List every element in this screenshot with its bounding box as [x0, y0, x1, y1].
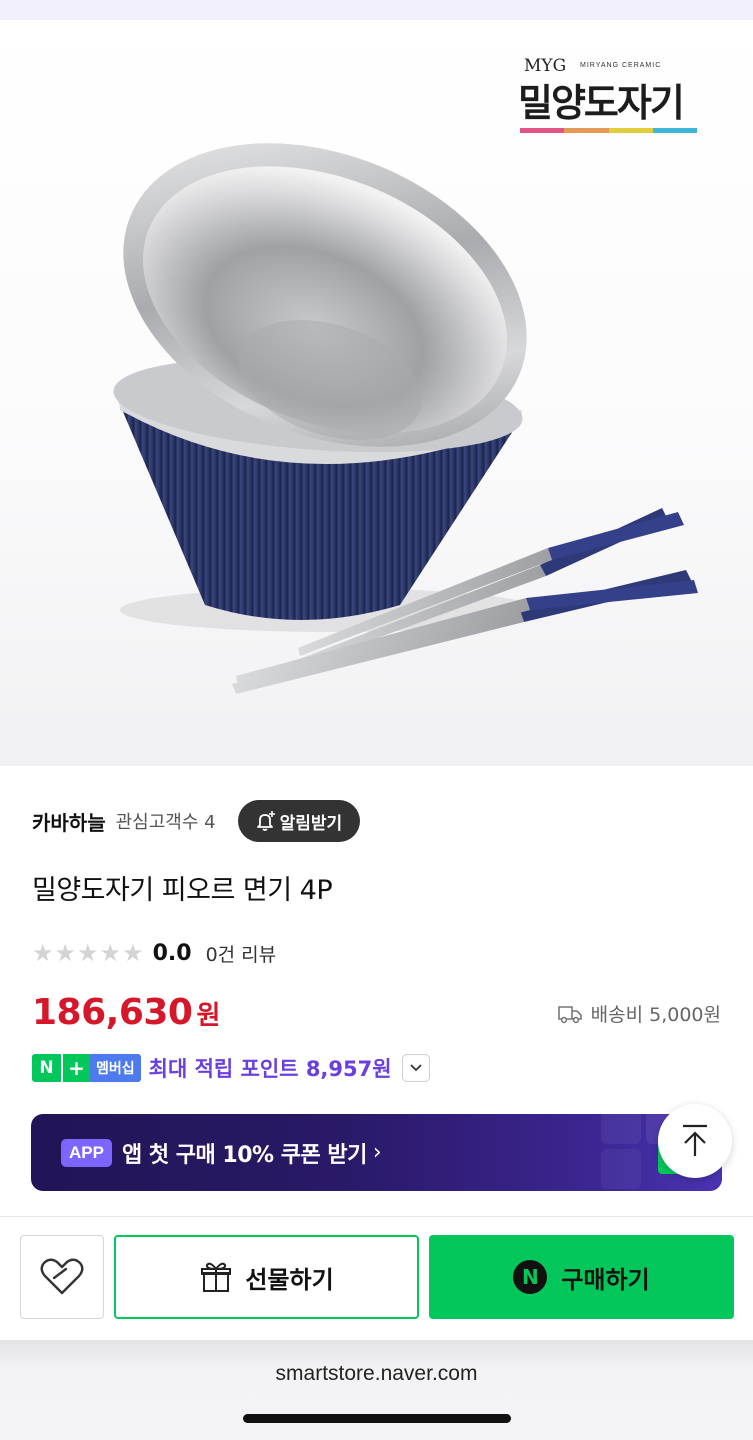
- browser-toolbar: [0, 1340, 753, 1440]
- bell-plus-icon: [256, 811, 275, 831]
- badge-plus: +: [61, 1054, 90, 1082]
- heart-icon: [40, 1258, 84, 1295]
- shipping-label: 배송비 5,000원: [590, 1004, 721, 1026]
- star-icon: ★: [122, 939, 144, 967]
- rating-score: 0.0: [152, 940, 192, 966]
- seller-row: 카바하늘 관심고객수 4 알림받기: [32, 800, 361, 842]
- followers-count: 관심고객수 4: [115, 812, 216, 833]
- naver-pay-n-icon: N: [513, 1260, 548, 1294]
- scroll-to-top-button[interactable]: [658, 1104, 732, 1178]
- price-unit: 원: [196, 1001, 221, 1031]
- product-title: 밀양도자기 피오르 면기 4P: [32, 875, 333, 906]
- buy-button[interactable]: N 구매하기: [429, 1235, 734, 1319]
- brand-logo: MYG MIRYANG CERAMIC 밀양도자기: [518, 56, 703, 160]
- app-coupon-banner[interactable]: APP 앱 첫 구매 10% 쿠폰 받기 › N: [31, 1114, 722, 1191]
- star-icon: ★: [77, 939, 99, 967]
- status-strip: [0, 0, 753, 20]
- naver-plus-membership-badge: N + 멤버십: [32, 1054, 141, 1082]
- shipping-fee: 배송비 5,000원: [557, 1000, 721, 1027]
- chevron-right-icon: ›: [372, 1140, 382, 1165]
- divider: [0, 1216, 753, 1217]
- notify-label: 알림받기: [279, 813, 343, 834]
- buy-label: 구매하기: [561, 1265, 650, 1294]
- star-icon: ★: [32, 939, 54, 967]
- rating-row[interactable]: ★ ★ ★ ★ ★ 0.0 0건 리뷰: [32, 936, 276, 970]
- price-amount: 186,630: [32, 992, 193, 1033]
- chevron-down-icon: [409, 1064, 422, 1072]
- home-indicator[interactable]: [243, 1414, 511, 1423]
- gift-button[interactable]: 선물하기: [114, 1235, 419, 1319]
- badge-membership: 멤버십: [90, 1054, 141, 1082]
- max-points-text: 최대 적립 포인트 8,957원: [148, 1057, 392, 1081]
- badge-n: N: [32, 1054, 61, 1082]
- star-icon: ★: [54, 939, 77, 967]
- gift-icon: [201, 1262, 232, 1292]
- product-image[interactable]: MYG MIRYANG CERAMIC 밀양도자기: [0, 20, 753, 766]
- wishlist-button[interactable]: [20, 1235, 104, 1319]
- notify-button[interactable]: 알림받기: [237, 800, 361, 842]
- membership-points-row[interactable]: N + 멤버십 최대 적립 포인트 8,957원: [32, 1052, 430, 1084]
- review-count: 0건 리뷰: [205, 943, 277, 966]
- arrow-up-to-top-icon: [683, 1124, 707, 1156]
- app-badge: APP: [61, 1138, 112, 1167]
- rating-stars: ★ ★ ★ ★ ★: [32, 941, 145, 965]
- points-toggle-button[interactable]: [401, 1054, 430, 1082]
- brand-logo-stripe: [520, 128, 697, 133]
- delivery-truck-icon: [557, 1005, 582, 1023]
- brand-logo-english: MIRYANG CERAMIC: [580, 62, 662, 69]
- gift-label: 선물하기: [245, 1265, 334, 1294]
- app-coupon-text: 앱 첫 구매 10% 쿠폰 받기: [121, 1142, 367, 1168]
- brand-logo-korean: 밀양도자기: [518, 81, 685, 125]
- price: 186,630 원: [32, 992, 220, 1033]
- star-icon: ★: [99, 939, 122, 967]
- address-bar-url[interactable]: smartstore.naver.com: [0, 1362, 753, 1386]
- seller-name[interactable]: 카바하늘: [32, 807, 106, 836]
